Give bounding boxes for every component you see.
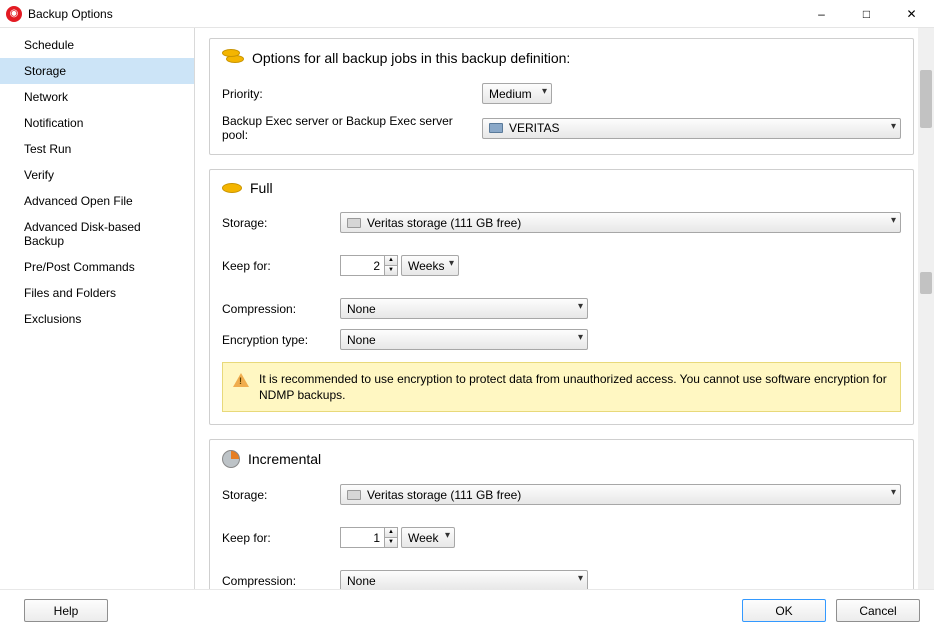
app-icon: ◉ bbox=[6, 6, 22, 22]
cancel-button[interactable]: Cancel bbox=[836, 599, 920, 622]
content-wrap: Options for all backup jobs in this back… bbox=[195, 28, 934, 589]
row-full-encryption: Encryption type: None bbox=[222, 329, 901, 350]
sidebar-item-test-run[interactable]: Test Run bbox=[0, 136, 194, 162]
spinner-buttons[interactable]: ▲▼ bbox=[384, 255, 398, 276]
drive-icon bbox=[347, 218, 361, 228]
vertical-scrollbar[interactable] bbox=[918, 28, 934, 589]
spin-up-icon[interactable]: ▲ bbox=[385, 256, 397, 266]
row-priority: Priority: Medium bbox=[222, 83, 901, 104]
sidebar-item-notification[interactable]: Notification bbox=[0, 110, 194, 136]
sidebar: Schedule Storage Network Notification Te… bbox=[0, 28, 195, 589]
row-inc-compression: Compression: None bbox=[222, 570, 901, 589]
inc-keepfor-unit-select[interactable]: Week bbox=[401, 527, 455, 548]
priority-select[interactable]: Medium bbox=[482, 83, 552, 104]
server-select[interactable]: VERITAS bbox=[482, 118, 901, 139]
spin-up-icon[interactable]: ▲ bbox=[385, 528, 397, 538]
panel-incremental: Incremental Storage: Veritas storage (11… bbox=[209, 439, 914, 589]
full-encryption-label: Encryption type: bbox=[222, 333, 340, 347]
full-compression-select[interactable]: None bbox=[340, 298, 588, 319]
sidebar-item-advanced-open-file[interactable]: Advanced Open File bbox=[0, 188, 194, 214]
sidebar-item-schedule[interactable]: Schedule bbox=[0, 32, 194, 58]
inc-keepfor-spinner[interactable]: ▲▼ bbox=[340, 527, 398, 548]
server-icon bbox=[489, 123, 503, 133]
close-button[interactable]: ✕ bbox=[889, 0, 934, 28]
main-area: Schedule Storage Network Notification Te… bbox=[0, 28, 934, 589]
encryption-warning: It is recommended to use encryption to p… bbox=[222, 362, 901, 412]
disks-icon bbox=[222, 49, 244, 67]
window-title: Backup Options bbox=[28, 7, 113, 21]
row-full-keepfor: Keep for: ▲▼ Weeks bbox=[222, 255, 901, 276]
full-keepfor-unit-select[interactable]: Weeks bbox=[401, 255, 459, 276]
full-keepfor-spinner[interactable]: ▲▼ bbox=[340, 255, 398, 276]
sidebar-item-pre-post-commands[interactable]: Pre/Post Commands bbox=[0, 254, 194, 280]
spin-down-icon[interactable]: ▼ bbox=[385, 266, 397, 275]
sidebar-item-files-and-folders[interactable]: Files and Folders bbox=[0, 280, 194, 306]
sidebar-item-advanced-disk-based-backup[interactable]: Advanced Disk-based Backup bbox=[0, 214, 194, 254]
sidebar-item-verify[interactable]: Verify bbox=[0, 162, 194, 188]
inc-compression-select[interactable]: None bbox=[340, 570, 588, 589]
scrollbar-thumb-upper[interactable] bbox=[920, 70, 932, 128]
scrollbar-thumb-lower[interactable] bbox=[920, 272, 932, 294]
warning-icon bbox=[233, 373, 249, 387]
content: Options for all backup jobs in this back… bbox=[195, 28, 934, 589]
spin-down-icon[interactable]: ▼ bbox=[385, 538, 397, 547]
inc-storage-label: Storage: bbox=[222, 488, 340, 502]
panel-header-global: Options for all backup jobs in this back… bbox=[222, 49, 901, 73]
full-compression-label: Compression: bbox=[222, 302, 340, 316]
drive-icon bbox=[347, 490, 361, 500]
minimize-button[interactable]: – bbox=[799, 0, 844, 28]
titlebar: ◉ Backup Options – □ ✕ bbox=[0, 0, 934, 28]
inc-compression-label: Compression: bbox=[222, 574, 340, 588]
priority-label: Priority: bbox=[222, 87, 482, 101]
warning-text: It is recommended to use encryption to p… bbox=[259, 371, 890, 403]
maximize-button[interactable]: □ bbox=[844, 0, 889, 28]
bottom-bar: Help OK Cancel bbox=[0, 589, 934, 631]
row-full-storage: Storage: Veritas storage (111 GB free) bbox=[222, 212, 901, 233]
window-controls: – □ ✕ bbox=[799, 0, 934, 28]
panel-global-options: Options for all backup jobs in this back… bbox=[209, 38, 914, 155]
sidebar-item-storage[interactable]: Storage bbox=[0, 58, 194, 84]
sidebar-item-network[interactable]: Network bbox=[0, 84, 194, 110]
full-title: Full bbox=[250, 180, 273, 196]
full-storage-label: Storage: bbox=[222, 216, 340, 230]
ok-button[interactable]: OK bbox=[742, 599, 826, 622]
row-inc-storage: Storage: Veritas storage (111 GB free) bbox=[222, 484, 901, 505]
incremental-title: Incremental bbox=[248, 451, 321, 467]
incremental-icon bbox=[222, 450, 240, 468]
help-button[interactable]: Help bbox=[24, 599, 108, 622]
row-server: Backup Exec server or Backup Exec server… bbox=[222, 114, 901, 142]
full-storage-select[interactable]: Veritas storage (111 GB free) bbox=[340, 212, 901, 233]
spinner-buttons[interactable]: ▲▼ bbox=[384, 527, 398, 548]
full-encryption-select[interactable]: None bbox=[340, 329, 588, 350]
inc-keepfor-label: Keep for: bbox=[222, 531, 340, 545]
sidebar-item-exclusions[interactable]: Exclusions bbox=[0, 306, 194, 332]
panel-header-full: Full bbox=[222, 180, 901, 202]
full-keepfor-input[interactable] bbox=[340, 255, 384, 276]
panel-full: Full Storage: Veritas storage (111 GB fr… bbox=[209, 169, 914, 425]
panel-header-incremental: Incremental bbox=[222, 450, 901, 474]
global-heading: Options for all backup jobs in this back… bbox=[252, 50, 570, 66]
inc-storage-select[interactable]: Veritas storage (111 GB free) bbox=[340, 484, 901, 505]
disk-icon bbox=[222, 183, 242, 193]
full-keepfor-label: Keep for: bbox=[222, 259, 340, 273]
row-full-compression: Compression: None bbox=[222, 298, 901, 319]
row-inc-keepfor: Keep for: ▲▼ Week bbox=[222, 527, 901, 548]
inc-keepfor-input[interactable] bbox=[340, 527, 384, 548]
server-label: Backup Exec server or Backup Exec server… bbox=[222, 114, 482, 142]
